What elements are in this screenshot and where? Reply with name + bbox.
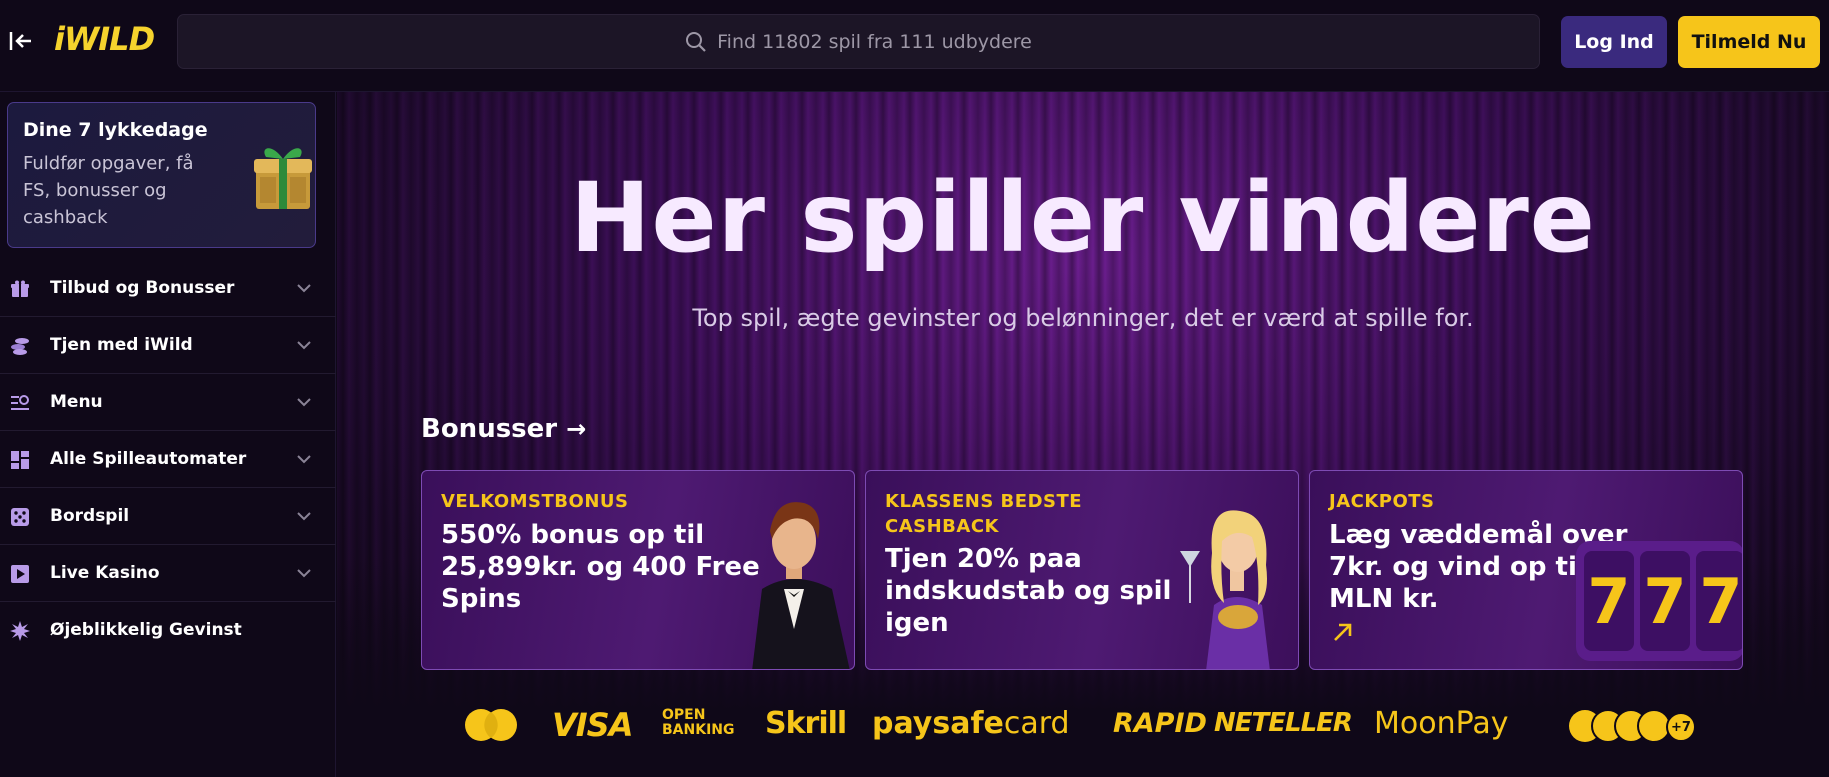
gift-icon xyxy=(11,280,29,297)
arrow-right-icon: → xyxy=(566,415,587,443)
sidebar-item-label: Live Kasino xyxy=(50,563,160,583)
gentleman-illustration xyxy=(752,502,850,669)
card-kicker: VELKOMSTBONUS xyxy=(441,491,629,512)
skrill-logo: Skrill xyxy=(765,706,847,741)
chevron-down-icon xyxy=(297,284,311,293)
card-body: Tjen 20% paa indskudstab og spil igen xyxy=(885,544,1172,638)
lucky-days-promo[interactable]: Dine 7 lykkedage Fuldfør opgaver, få FS,… xyxy=(7,102,316,248)
hero-section: Her spiller vindere Top spil, ægte gevin… xyxy=(337,92,1829,777)
visa-logo: VISA xyxy=(552,706,633,744)
coins-icon xyxy=(11,338,29,355)
promo-description: Fuldfør opgaver, få FS, bonusser og cash… xyxy=(23,153,194,228)
crypto-logos: +7 xyxy=(1568,708,1704,744)
slot-777-illustration: 7 7 7 xyxy=(1576,541,1742,661)
sidebar-item-label: Tilbud og Bonusser xyxy=(50,278,235,298)
neteller-logo: NETELLER xyxy=(1214,708,1353,738)
sidebar-item-label: Menu xyxy=(50,392,103,412)
sidebar-item-label: Tjen med iWild xyxy=(50,335,193,355)
site-logo[interactable]: iWILD xyxy=(54,20,155,58)
sidebar-item-table-games[interactable]: Bordspil xyxy=(0,488,336,545)
promo-title: Dine 7 lykkedage xyxy=(23,119,208,141)
dice-icon xyxy=(11,508,29,526)
bonus-card-welcome[interactable]: VELKOMSTBONUS 550% bonus op til 25,899kr… xyxy=(421,470,855,670)
paysafecard-logo-a: paysafe xyxy=(872,706,1004,741)
svg-text:7: 7 xyxy=(1699,565,1742,638)
more-crypto-badge: +7 xyxy=(1666,712,1696,742)
sidebar-item-label: Bordspil xyxy=(50,506,130,526)
bonus-card-cashback[interactable]: KLASSENS BEDSTE CASHBACK Tjen 20% paa in… xyxy=(865,470,1299,670)
paysafecard-logo-b: card xyxy=(1003,706,1070,741)
svg-text:7: 7 xyxy=(1587,565,1630,638)
woman-illustration xyxy=(1180,510,1270,669)
grid-icon xyxy=(11,451,29,469)
sidebar-item-slots[interactable]: Alle Spilleautomater xyxy=(0,431,336,488)
crypto-coins-icon xyxy=(1569,709,1671,743)
sidebar-item-live-casino[interactable]: Live Kasino xyxy=(0,545,336,602)
login-button[interactable]: Log Ind xyxy=(1561,16,1667,68)
search-input[interactable]: Find 11802 spil fra 111 udbydere xyxy=(177,14,1540,69)
sidebar-item-earn[interactable]: Tjen med iWild xyxy=(0,317,336,374)
card-body: 550% bonus op til 25,899kr. og 400 Free … xyxy=(441,520,760,614)
mastercard-logo xyxy=(465,709,517,741)
hero-subtitle: Top spil, ægte gevinster og belønninger,… xyxy=(692,304,1474,332)
gift-box-image xyxy=(254,148,312,209)
top-header: iWILD Find 11802 spil fra 111 udbydere L… xyxy=(0,0,1829,92)
sidebar-item-menu[interactable]: Menu xyxy=(0,374,336,431)
bonuses-section-link[interactable]: Bonusser → xyxy=(421,414,586,444)
chevron-down-icon xyxy=(297,455,311,464)
sidebar-item-offers[interactable]: Tilbud og Bonusser xyxy=(0,260,336,317)
paysafecard-logo: paysafecard xyxy=(872,706,1070,741)
chevron-down-icon xyxy=(297,398,311,407)
chevron-down-icon xyxy=(297,512,311,521)
sidebar-item-label: Øjeblikkelig Gevinst xyxy=(50,620,242,640)
section-title-text: Bonusser xyxy=(421,414,558,444)
open-banking-logo: OPEN BANKING xyxy=(662,707,735,738)
search-placeholder: Find 11802 spil fra 111 udbydere xyxy=(717,30,1032,53)
chevron-down-icon xyxy=(297,569,311,578)
arrow-up-right-icon[interactable] xyxy=(1332,621,1354,643)
play-icon xyxy=(11,565,29,583)
card-kicker: KLASSENS BEDSTE CASHBACK xyxy=(885,491,1083,537)
burst-icon xyxy=(10,621,30,641)
sidebar-nav: Tilbud og Bonusser Tjen med iWild Menu A… xyxy=(0,260,336,659)
rapid-logo: RAPID xyxy=(1113,708,1207,739)
menu-search-icon xyxy=(11,395,29,410)
search-icon xyxy=(686,31,706,52)
sidebar-item-label: Alle Spilleautomater xyxy=(50,449,247,469)
card-kicker: JACKPOTS xyxy=(1329,491,1435,512)
collapse-sidebar-icon[interactable] xyxy=(8,28,34,54)
moonpay-logo: MoonPay xyxy=(1374,706,1509,741)
chevron-down-icon xyxy=(297,341,311,350)
signup-button[interactable]: Tilmeld Nu xyxy=(1678,16,1820,68)
sidebar: Dine 7 lykkedage Fuldfør opgaver, få FS,… xyxy=(0,92,336,777)
sidebar-item-instant-win[interactable]: Øjeblikkelig Gevinst xyxy=(0,602,336,659)
svg-text:7: 7 xyxy=(1643,565,1686,638)
hero-title: Her spiller vindere xyxy=(570,162,1596,274)
bonus-card-jackpots[interactable]: JACKPOTS Læg væddemål over 7kr. og vind … xyxy=(1309,470,1743,670)
payment-methods: VISA OPEN BANKING Skrill paysafecard RAP… xyxy=(464,700,1704,750)
